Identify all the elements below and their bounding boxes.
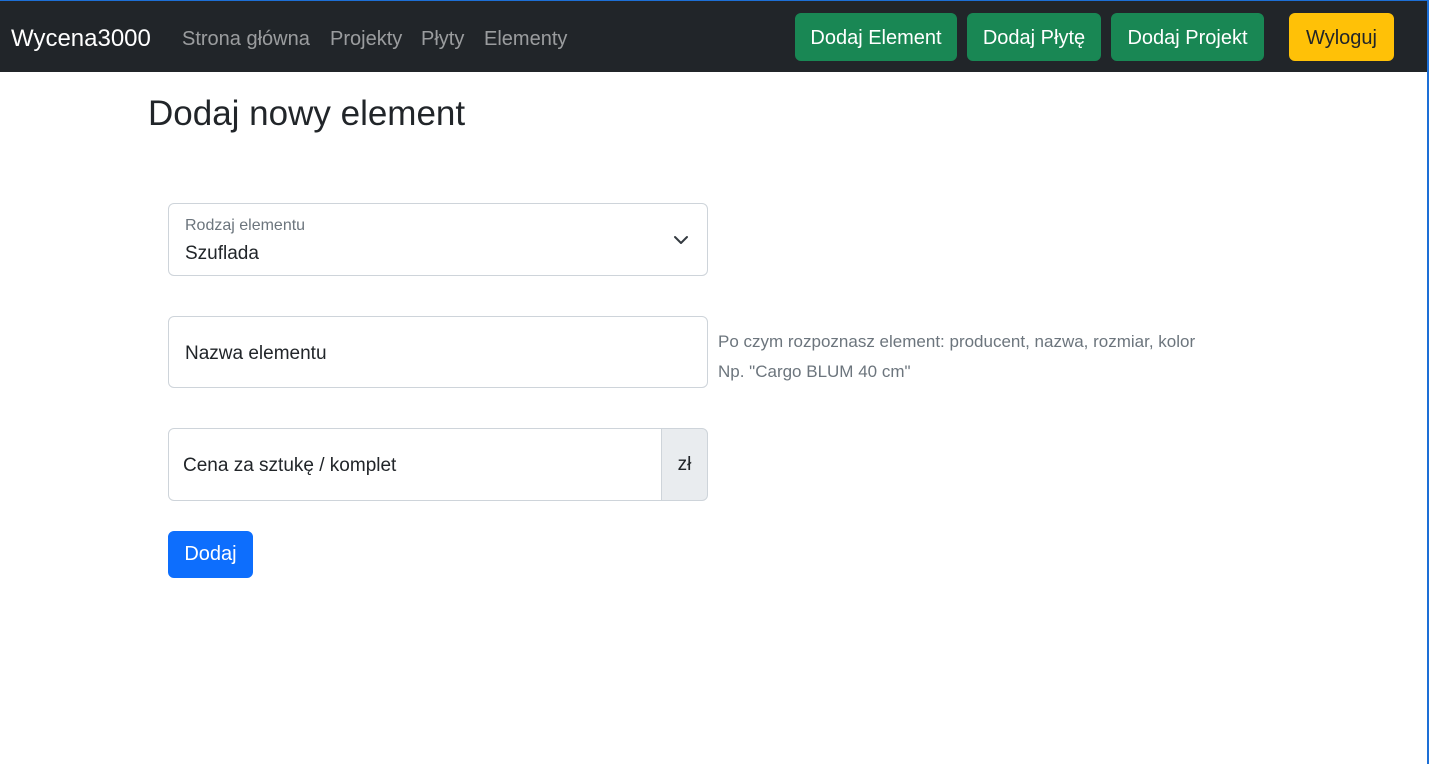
add-element-button[interactable]: Dodaj Element	[795, 13, 957, 61]
submit-button[interactable]: Dodaj	[168, 531, 253, 578]
help-text-line-2: Np. "Cargo BLUM 40 cm"	[718, 362, 911, 381]
help-text-line-1: Po czym rozpoznasz element: producent, n…	[718, 332, 1196, 351]
currency-addon: zł	[661, 428, 708, 501]
price-input-group: Cena za sztukę / komplet zł	[168, 428, 708, 501]
element-type-label: Rodzaj elementu	[185, 217, 306, 234]
page-title: Dodaj nowy element	[148, 94, 466, 133]
nav-link-projects[interactable]: Projekty	[330, 27, 402, 51]
add-project-button[interactable]: Dodaj Projekt	[1111, 13, 1264, 61]
nav-link-home[interactable]: Strona główna	[182, 27, 310, 51]
add-board-button[interactable]: Dodaj Płytę	[967, 13, 1101, 61]
element-name-input[interactable]: Nazwa elementu	[168, 316, 708, 388]
nav-link-elements[interactable]: Elementy	[484, 27, 567, 51]
element-type-value: Szuflada	[185, 243, 259, 264]
top-navbar: Wycena3000 Strona główna Projekty Płyty …	[0, 1, 1427, 72]
brand-link[interactable]: Wycena3000	[11, 24, 151, 54]
element-type-select[interactable]: Rodzaj elementu Szuflada	[168, 203, 708, 276]
element-name-help: Po czym rozpoznasz element: producent, n…	[718, 327, 1195, 387]
price-placeholder: Cena za sztukę / komplet	[183, 455, 397, 476]
nav-link-boards[interactable]: Płyty	[421, 27, 464, 51]
logout-button[interactable]: Wyloguj	[1289, 13, 1394, 61]
price-input[interactable]: Cena za sztukę / komplet	[168, 428, 662, 501]
element-name-placeholder: Nazwa elementu	[185, 343, 327, 364]
chevron-down-icon	[674, 236, 688, 244]
